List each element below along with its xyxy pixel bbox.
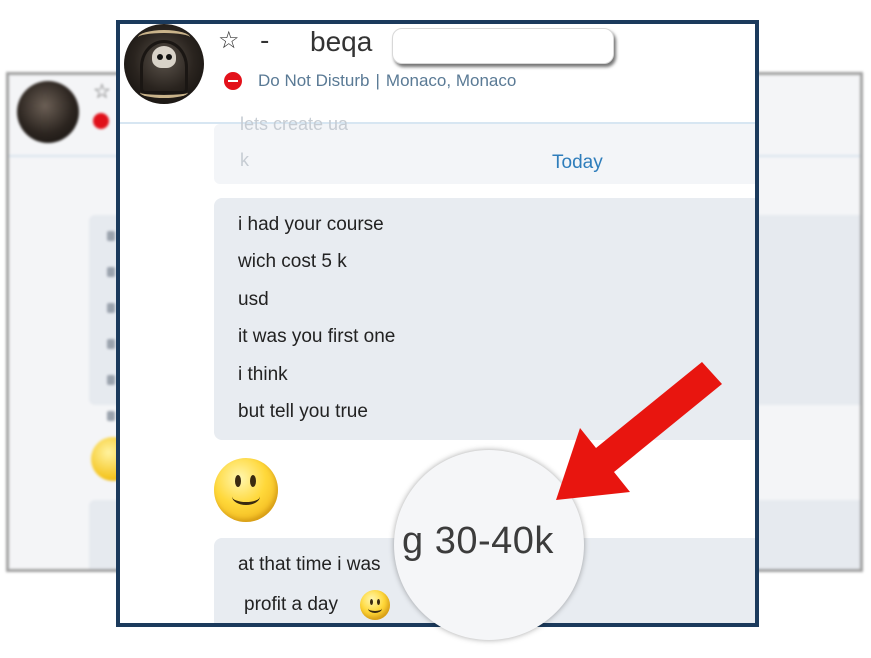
magnifier-callout: g 30-40k: [394, 450, 584, 640]
magnified-text: g 30-40k: [402, 520, 554, 562]
favorite-star-icon[interactable]: ☆: [218, 28, 240, 52]
message-line: usd: [238, 289, 269, 310]
redacted-name-box: [392, 28, 614, 64]
chat-header: ☆ - beqa Do Not Disturb | Monaco, Monaco: [120, 24, 755, 124]
small-smiley-icon: [360, 590, 390, 620]
background-avatar: [17, 81, 79, 143]
contact-name[interactable]: beqa: [310, 28, 372, 56]
do-not-disturb-icon: [224, 72, 242, 90]
date-separator: Today: [552, 152, 603, 173]
status-separator: |: [375, 71, 380, 90]
message-line: at that time i was: [238, 554, 381, 575]
contact-status-line: Do Not Disturb | Monaco, Monaco: [258, 71, 516, 91]
message-bubble[interactable]: i had your course wich cost 5 k usd it w…: [214, 198, 755, 440]
name-prefix: -: [260, 26, 270, 56]
faded-message-line: lets create ua: [240, 114, 349, 134]
message-line: profit a day: [244, 594, 338, 615]
message-line: i think: [238, 364, 288, 385]
message-line: but tell you true: [238, 401, 368, 422]
message-line: wich cost 5 k: [238, 251, 347, 272]
contact-avatar[interactable]: [124, 24, 204, 104]
contact-location: Monaco, Monaco: [385, 71, 517, 90]
faded-message-line: k: [240, 150, 249, 170]
background-dnd-icon: [93, 113, 109, 129]
background-text-lines: [107, 231, 115, 447]
background-star-icon: ☆: [93, 79, 111, 103]
message-line: i had your course: [238, 214, 384, 235]
presence-status: Do Not Disturb: [258, 71, 370, 90]
message-line: it was you first one: [238, 326, 396, 347]
smiley-icon: [214, 458, 278, 522]
